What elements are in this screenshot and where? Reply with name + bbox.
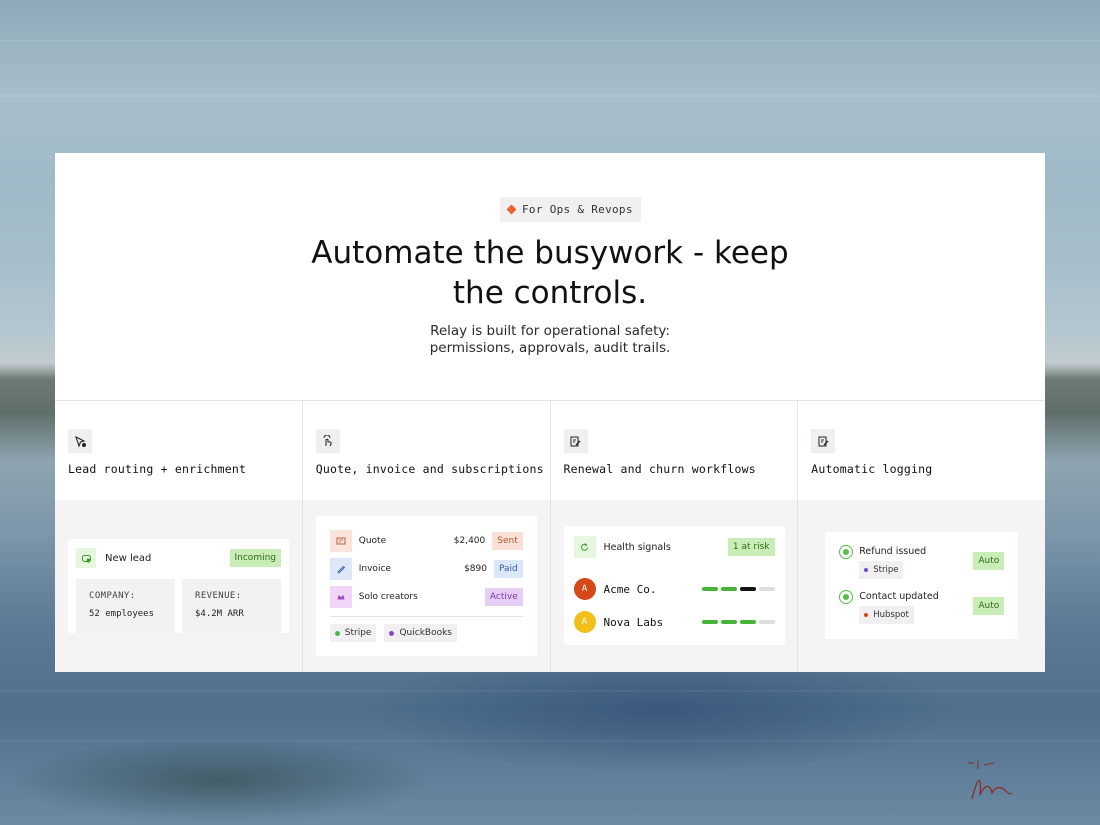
cursor-pointer-icon — [68, 429, 92, 453]
hand-swipe-icon — [315, 429, 340, 453]
feature-title: Automatic logging — [811, 462, 933, 476]
tag-quickbooks: QuickBooks — [384, 624, 457, 642]
user-plus-icon — [76, 548, 96, 568]
feature-title: Renewal and churn workflows — [563, 462, 756, 476]
divider — [329, 616, 523, 617]
status-badge: Auto — [973, 552, 1005, 570]
edit-note-icon — [563, 429, 588, 453]
feature-title: Quote, invoice and subscriptions — [315, 462, 544, 476]
account-row: A Acme Co. — [573, 577, 775, 601]
feature-title: Lead routing + enrichment — [68, 462, 247, 476]
log-item: Contact updated Hubspot Auto — [839, 590, 1005, 630]
lead-panel: New lead Incoming COMPANY: 52 employees … — [68, 539, 289, 633]
status-badge: Paid — [493, 560, 523, 578]
account-row: A Nova Labs — [573, 610, 775, 634]
tag-stripe: Stripe — [329, 624, 377, 642]
source-tag: Stripe — [859, 561, 904, 579]
audience-badge: For Ops & Revops — [500, 197, 641, 222]
source-tag: Hubspot — [859, 606, 914, 624]
health-bars — [701, 587, 775, 591]
health-panel: Health signals 1 at risk A Acme Co. A No… — [563, 526, 785, 645]
status-badge: Auto — [973, 597, 1005, 615]
list-item: Invoice $890 Paid — [329, 558, 523, 580]
check-circle-icon — [839, 545, 854, 559]
health-bar — [739, 620, 756, 624]
log-item: Refund issued Stripe Auto — [839, 545, 1005, 585]
revenue-stat: REVENUE: $4.2M ARR — [182, 579, 281, 633]
refresh-icon — [573, 536, 596, 558]
status-badge: Incoming — [229, 549, 281, 567]
health-bar — [720, 587, 737, 591]
integration-tags: Stripe QuickBooks — [329, 624, 457, 642]
feature-logging: Automatic logging Refund issued Stripe A… — [798, 401, 1045, 672]
receipt-icon — [329, 530, 352, 552]
crown-icon — [329, 586, 352, 608]
feature-card: For Ops & Revops Automate the busywork -… — [55, 153, 1045, 672]
status-badge: Sent — [492, 532, 523, 550]
artist-signature — [968, 761, 1013, 800]
list-item: Quote $2,400 Sent — [329, 530, 523, 552]
feature-columns: Lead routing + enrichment New lead Incom… — [55, 400, 1045, 672]
feature-quotes: Quote, invoice and subscriptions Quote $… — [302, 401, 551, 672]
check-circle-icon — [839, 590, 854, 604]
hero-title: Automate the busywork - keep the control… — [311, 235, 789, 311]
pen-icon — [329, 558, 352, 580]
health-bar — [701, 620, 718, 624]
status-badge: 1 at risk — [727, 538, 775, 556]
quotes-panel: Quote $2,400 Sent Invoice $890 Paid Solo… — [315, 516, 537, 656]
company-stat: COMPANY: 52 employees — [76, 579, 175, 633]
feature-lead-routing: Lead routing + enrichment New lead Incom… — [55, 401, 303, 672]
avatar: A — [573, 611, 596, 633]
hero: For Ops & Revops Automate the busywork -… — [55, 153, 1045, 400]
feature-renewal: Renewal and churn workflows Health signa… — [550, 401, 799, 672]
health-bar — [739, 587, 756, 591]
lead-label: New lead — [105, 552, 152, 564]
health-bar — [701, 587, 718, 591]
log-panel: Refund issued Stripe Auto Contact update… — [825, 532, 1019, 639]
health-bar — [720, 620, 737, 624]
diamond-icon — [506, 204, 517, 215]
health-bar — [758, 620, 775, 624]
health-label: Health signals — [603, 541, 671, 553]
status-badge: Active — [484, 588, 523, 606]
badge-label: For Ops & Revops — [522, 203, 633, 216]
health-bars — [701, 620, 775, 624]
edit-note-icon — [811, 429, 836, 453]
list-item: Solo creators Active — [329, 586, 523, 608]
hero-subtitle: Relay is built for operational safety: p… — [429, 323, 671, 356]
health-bar — [758, 587, 775, 591]
avatar: A — [573, 578, 596, 600]
